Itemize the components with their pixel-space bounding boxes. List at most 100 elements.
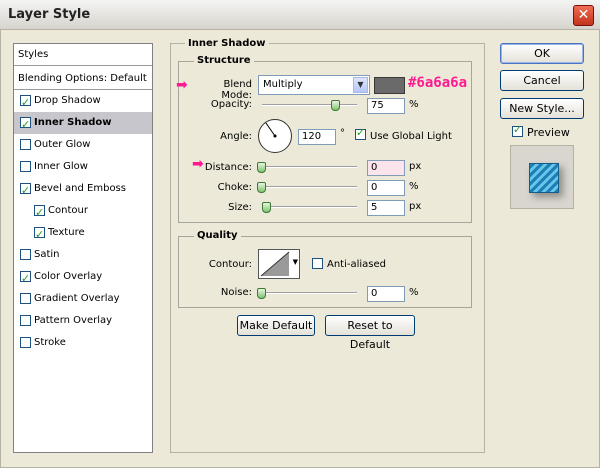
opacity-label: Opacity: <box>210 99 252 110</box>
list-item-label: Stroke <box>34 337 66 348</box>
angle-dial[interactable] <box>258 119 292 153</box>
list-item-label: Drop Shadow <box>34 95 101 106</box>
list-item-pattern-overlay[interactable]: Pattern Overlay <box>14 310 152 332</box>
angle-input[interactable]: 120 <box>298 129 336 145</box>
choke-label: Choke: <box>217 182 252 193</box>
choke-unit: % <box>409 181 419 192</box>
satin-checkbox[interactable] <box>20 249 31 260</box>
color-annotation: #6a6a6a <box>408 75 468 91</box>
chevron-down-icon: ▼ <box>292 258 298 266</box>
use-global-light-checkbox[interactable] <box>355 126 366 140</box>
list-item-styles[interactable]: Styles <box>14 44 152 66</box>
blend-mode-label: Blend Mode: <box>221 79 252 101</box>
list-item-label: Outer Glow <box>34 139 91 150</box>
choke-slider-track[interactable] <box>262 186 357 188</box>
list-item-label: Pattern Overlay <box>34 315 113 326</box>
angle-label: Angle: <box>220 131 252 142</box>
noise-input[interactable]: 0 <box>367 286 405 302</box>
size-unit: px <box>409 201 422 212</box>
opacity-slider-track[interactable] <box>262 104 357 106</box>
size-input[interactable]: 5 <box>367 200 405 216</box>
bevel-emboss-checkbox[interactable] <box>20 180 31 202</box>
preview-checkbox[interactable] <box>512 123 523 137</box>
preview-swatch <box>529 163 559 193</box>
style-preview <box>510 145 574 209</box>
opacity-unit: % <box>409 99 419 110</box>
title-bar: Layer Style ✕ <box>0 0 600 30</box>
list-item-label: Inner Glow <box>34 161 88 172</box>
anti-aliased-checkbox[interactable] <box>312 258 323 269</box>
contour-curve-icon <box>260 251 290 277</box>
list-item-color-overlay[interactable]: Color Overlay <box>14 266 152 290</box>
reset-to-default-button[interactable]: Reset to Default <box>325 315 415 351</box>
texture-checkbox[interactable] <box>34 224 45 246</box>
choke-slider-thumb[interactable] <box>257 182 266 193</box>
opacity-input[interactable]: 75 <box>367 98 405 114</box>
distance-slider-thumb[interactable] <box>257 162 266 173</box>
list-item-label: Gradient Overlay <box>34 293 120 304</box>
cancel-button[interactable]: Cancel <box>500 70 584 91</box>
distance-slider-track[interactable] <box>262 166 357 168</box>
list-item-label: Styles <box>18 49 49 60</box>
list-item-contour[interactable]: Contour <box>14 200 152 224</box>
contour-picker[interactable]: ▼ <box>258 249 300 279</box>
arrow-pointer-icon: ➡ <box>176 77 188 93</box>
list-item-label: Blending Options: Default <box>18 73 147 84</box>
distance-label: Distance: <box>204 162 252 173</box>
close-icon: ✕ <box>577 7 590 23</box>
angle-needle-icon <box>265 122 277 138</box>
list-item-label: Color Overlay <box>34 271 103 282</box>
color-overlay-checkbox[interactable] <box>20 268 31 290</box>
drop-shadow-checkbox[interactable] <box>20 92 31 114</box>
gradient-overlay-checkbox[interactable] <box>20 293 31 304</box>
styles-list: Styles Blending Options: Default Drop Sh… <box>13 43 153 453</box>
list-item-satin[interactable]: Satin <box>14 244 152 266</box>
list-item-texture[interactable]: Texture <box>14 222 152 246</box>
list-item-drop-shadow[interactable]: Drop Shadow <box>14 90 152 114</box>
list-item-outer-glow[interactable]: Outer Glow <box>14 134 152 156</box>
chevron-down-icon: ▼ <box>353 77 368 93</box>
distance-unit: px <box>409 161 422 172</box>
choke-input[interactable]: 0 <box>367 180 405 196</box>
list-item-label: Bevel and Emboss <box>34 183 126 194</box>
noise-label: Noise: <box>220 287 252 298</box>
noise-slider-thumb[interactable] <box>257 288 266 299</box>
list-item-bevel-emboss[interactable]: Bevel and Emboss <box>14 178 152 202</box>
shadow-color-swatch[interactable] <box>374 77 405 94</box>
inner-shadow-checkbox[interactable] <box>20 114 31 136</box>
size-slider-thumb[interactable] <box>262 202 271 213</box>
contour-checkbox[interactable] <box>34 202 45 224</box>
preview-label: Preview <box>527 126 570 139</box>
make-default-button[interactable]: Make Default <box>237 315 315 336</box>
inner-glow-checkbox[interactable] <box>20 161 31 172</box>
ok-button[interactable]: OK <box>500 43 584 64</box>
blend-mode-value: Multiply <box>263 79 303 90</box>
panel-title: Inner Shadow <box>185 38 269 49</box>
list-item-label: Texture <box>48 227 85 238</box>
distance-input[interactable]: 0 <box>367 160 405 176</box>
size-slider-track[interactable] <box>262 206 357 208</box>
list-item-inner-shadow[interactable]: Inner Shadow <box>14 112 152 136</box>
list-item-label: Contour <box>48 205 88 216</box>
noise-unit: % <box>409 287 419 298</box>
use-global-light-label: Use Global Light <box>370 131 452 142</box>
new-style-button[interactable]: New Style... <box>500 98 584 119</box>
list-item-label: Inner Shadow <box>34 117 112 128</box>
list-item-blending-options[interactable]: Blending Options: Default <box>14 68 152 90</box>
blend-mode-select[interactable]: Multiply ▼ <box>258 75 370 95</box>
contour-label: Contour: <box>208 259 252 270</box>
close-button[interactable]: ✕ <box>573 5 594 26</box>
structure-title: Structure <box>194 55 254 66</box>
list-item-stroke[interactable]: Stroke <box>14 332 152 354</box>
noise-slider-track[interactable] <box>262 292 357 294</box>
opacity-slider-thumb[interactable] <box>331 100 340 111</box>
list-item-gradient-overlay[interactable]: Gradient Overlay <box>14 288 152 310</box>
outer-glow-checkbox[interactable] <box>20 139 31 150</box>
list-item-label: Satin <box>34 249 60 260</box>
quality-title: Quality <box>194 230 241 241</box>
list-item-inner-glow[interactable]: Inner Glow <box>14 156 152 178</box>
size-label: Size: <box>228 202 252 213</box>
stroke-checkbox[interactable] <box>20 337 31 348</box>
angle-unit: ° <box>340 128 345 139</box>
pattern-overlay-checkbox[interactable] <box>20 315 31 326</box>
